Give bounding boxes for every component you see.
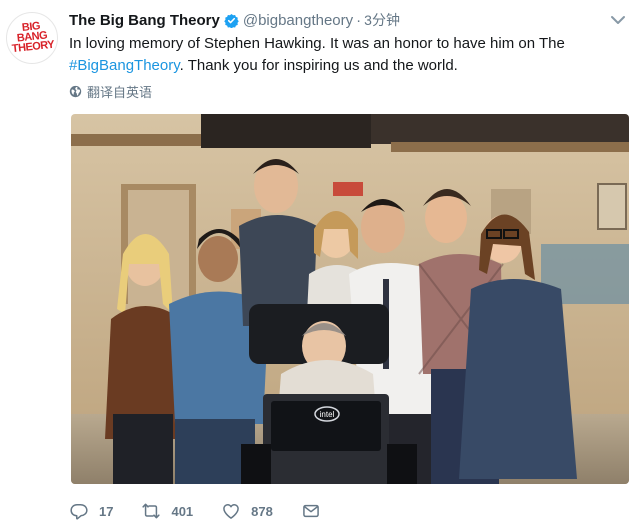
translate-link[interactable]: 翻译自英语 <box>69 82 152 101</box>
avatar[interactable]: BIG BANG THEORY <box>6 12 58 64</box>
user-handle[interactable]: @bigbangtheory <box>243 12 353 29</box>
like-count: 878 <box>251 503 273 519</box>
reply-count: 17 <box>99 503 114 519</box>
retweet-button[interactable]: 401 <box>141 501 193 521</box>
reply-icon <box>70 504 88 520</box>
direct-message-button[interactable] <box>301 501 321 521</box>
globe-icon <box>69 85 82 98</box>
heart-icon <box>223 504 240 519</box>
reply-button[interactable]: 17 <box>69 501 113 521</box>
tweet-photo[interactable]: intel <box>71 114 629 484</box>
display-name[interactable]: The Big Bang Theory <box>69 12 220 29</box>
tweet-actions: 17 401 878 <box>69 500 349 522</box>
timestamp[interactable]: 3分钟 <box>364 10 400 30</box>
chevron-down-icon[interactable] <box>608 12 628 28</box>
hashtag-link[interactable]: #BigBangTheory <box>69 57 180 74</box>
tweet-text: In loving memory of Stephen Hawking. It … <box>69 33 629 77</box>
translate-label: 翻译自英语 <box>87 85 153 100</box>
envelope-icon <box>303 504 319 518</box>
retweet-count: 401 <box>171 503 194 519</box>
verified-badge-icon <box>224 13 239 28</box>
like-button[interactable]: 878 <box>221 501 273 521</box>
tweet: BIG BANG THEORY The Big Bang Theory @big… <box>0 0 640 525</box>
retweet-icon <box>142 503 161 519</box>
tweet-text-part1: In loving memory of Stephen Hawking. It … <box>69 35 565 52</box>
tweet-header: The Big Bang Theory @bigbangtheory · 3分钟 <box>69 9 400 31</box>
tweet-text-part2: . Thank you for inspiring us and the wor… <box>179 57 458 74</box>
separator-dot: · <box>356 11 362 29</box>
laptop-logo: intel <box>320 410 335 419</box>
avatar-logo: BIG BANG THEORY <box>11 20 55 56</box>
